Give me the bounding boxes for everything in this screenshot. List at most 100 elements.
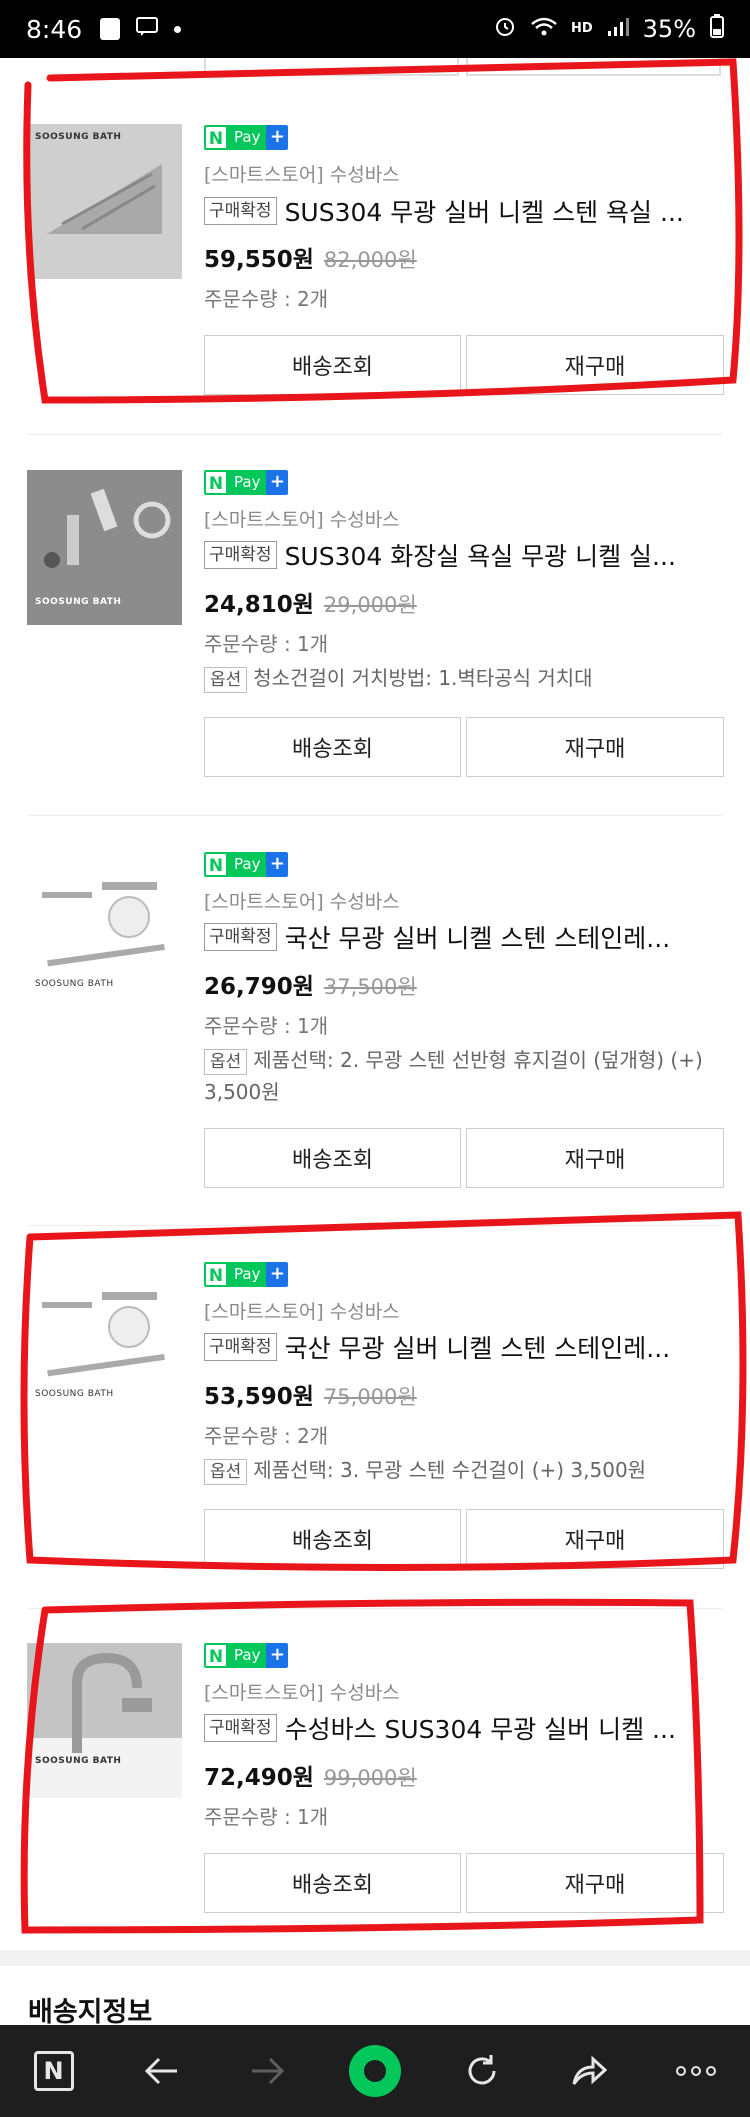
track-delivery-button[interactable]: 배송조회 [204, 335, 461, 395]
product-title[interactable]: 국산 무광 실버 니켈 스텐 스테인레... [285, 919, 671, 955]
original-price: 99,000원 [323, 1766, 417, 1790]
sale-price: 24,810원 [204, 592, 314, 618]
back-arrow-icon[interactable] [131, 2041, 191, 2101]
thumbnail-logo-text: SOOSUNG BATH [35, 1389, 114, 1399]
divider [28, 815, 722, 816]
thumbnail-logo-text: SOOSUNG BATH [35, 1756, 122, 1766]
product-thumbnail[interactable]: SOOSUNG BATH [27, 852, 182, 1007]
track-delivery-button[interactable]: 배송조회 [204, 717, 461, 777]
dot-icon [174, 25, 182, 33]
order-quantity: 주문수량 : 2개 [204, 287, 329, 311]
plus-icon: + [266, 125, 289, 150]
product-thumbnail[interactable]: SOOSUNG BATH [27, 124, 182, 279]
store-name[interactable]: [스마트스토어] 수성바스 [204, 160, 400, 187]
naver-n-icon: N [204, 852, 228, 877]
rebuy-button[interactable]: 재구매 [466, 717, 724, 777]
rebuy-button[interactable]: 재구매 [466, 1509, 724, 1569]
stub-button-left [204, 58, 459, 76]
npay-badge: N Pay + [204, 125, 289, 150]
option-text: 청소건걸이 거치방법: 1.벽타공식 거치대 [253, 666, 593, 690]
store-name[interactable]: [스마트스토어] 수성바스 [204, 887, 400, 914]
product-title-row[interactable]: 구매확정 국산 무광 실버 니켈 스텐 스테인레... [204, 919, 724, 955]
product-thumbnail[interactable]: SOOSUNG BATH [27, 1643, 182, 1798]
original-price: 75,000원 [323, 1385, 417, 1409]
naver-n-icon: N [204, 470, 228, 495]
pay-label: Pay [228, 1262, 267, 1287]
product-title-row[interactable]: 구매확정 국산 무광 실버 니켈 스텐 스테인레... [204, 1329, 724, 1365]
section-separator [0, 1950, 750, 1966]
plus-icon: + [266, 1262, 289, 1287]
product-title-row[interactable]: 구매확정 SUS304 무광 실버 니켈 스텐 욕실 ... [204, 193, 724, 229]
store-name[interactable]: [스마트스토어] 수성바스 [204, 505, 400, 532]
option-label: 옵션 [204, 667, 248, 693]
rebuy-button[interactable]: 재구매 [466, 1128, 724, 1188]
alarm-icon [493, 14, 517, 44]
rebuy-button[interactable]: 재구매 [466, 1853, 724, 1913]
product-title-row[interactable]: 구매확정 수성바스 SUS304 무광 실버 니켈 ... [204, 1710, 724, 1746]
browser-bottom-nav: N [0, 2025, 750, 2117]
pay-label: Pay [228, 1643, 267, 1668]
product-title[interactable]: SUS304 화장실 욕실 무광 니켈 실... [285, 537, 676, 573]
clock: 8:46 [26, 14, 83, 44]
sale-price: 72,490원 [204, 1765, 314, 1791]
divider [28, 434, 722, 435]
n-home-icon[interactable]: N [24, 2041, 84, 2101]
product-title[interactable]: SUS304 무광 실버 니켈 스텐 욕실 ... [285, 193, 684, 229]
order-quantity: 주문수량 : 2개 [204, 1424, 329, 1448]
message-icon [136, 15, 159, 43]
plus-icon: + [266, 852, 289, 877]
product-thumbnail[interactable]: SOOSUNG BATH [27, 1262, 182, 1417]
track-delivery-button[interactable]: 배송조회 [204, 1853, 461, 1913]
order-option: 옵션 청소건걸이 거치방법: 1.벽타공식 거치대 [204, 662, 724, 694]
status-badge: 구매확정 [204, 197, 277, 225]
battery-icon [710, 14, 724, 44]
store-name[interactable]: [스마트스토어] 수성바스 [204, 1297, 400, 1324]
hd-voice-indicator: HD [570, 21, 593, 36]
sale-price: 26,790원 [204, 974, 314, 1000]
faucet-image [27, 1643, 182, 1798]
stub-button-right [466, 58, 721, 76]
green-dot-icon[interactable] [345, 2041, 405, 2101]
soap-dish-image [27, 124, 182, 279]
sale-price: 53,590원 [204, 1384, 314, 1410]
original-price: 82,000원 [323, 248, 417, 272]
product-title[interactable]: 수성바스 SUS304 무광 실버 니켈 ... [285, 1710, 676, 1746]
order-option: 옵션 제품선택: 2. 무광 스텐 선반형 휴지걸이 (덮개형) (+) 3,50… [204, 1044, 724, 1108]
option-label: 옵션 [204, 1049, 248, 1075]
signal-icon [607, 15, 629, 43]
status-badge: 구매확정 [204, 923, 277, 951]
more-icon[interactable] [666, 2041, 726, 2101]
npay-badge: N Pay + [204, 470, 289, 495]
track-delivery-button[interactable]: 배송조회 [204, 1128, 461, 1188]
share-icon[interactable] [559, 2041, 619, 2101]
thumbnail-logo-text: SOOSUNG BATH [35, 979, 114, 989]
option-text: 제품선택: 3. 무광 스텐 수건걸이 (+) 3,500원 [253, 1458, 647, 1482]
pay-label: Pay [228, 125, 267, 150]
price-row: 53,590원 75,000원 [204, 1377, 417, 1411]
product-thumbnail[interactable]: SOOSUNG BATH [27, 470, 182, 625]
npay-badge: N Pay + [204, 1643, 289, 1668]
wifi-icon [531, 15, 557, 43]
app-notification-icon [100, 18, 121, 40]
naver-n-icon: N [204, 1643, 228, 1668]
price-row: 24,810원 29,000원 [204, 585, 417, 619]
status-badge: 구매확정 [204, 1333, 277, 1361]
forward-arrow-icon[interactable] [238, 2041, 298, 2101]
status-badge: 구매확정 [204, 1714, 277, 1742]
product-title-row[interactable]: 구매확정 SUS304 화장실 욕실 무광 니켈 실... [204, 537, 724, 573]
product-title[interactable]: 국산 무광 실버 니켈 스텐 스테인레... [285, 1329, 671, 1365]
price-row: 59,550원 82,000원 [204, 240, 417, 274]
option-text: 제품선택: 2. 무광 스텐 선반형 휴지걸이 (덮개형) (+) 3,500원 [204, 1048, 703, 1104]
order-quantity: 주문수량 : 1개 [204, 1014, 329, 1038]
price-row: 72,490원 99,000원 [204, 1758, 417, 1792]
rebuy-button[interactable]: 재구매 [466, 335, 724, 395]
store-name[interactable]: [스마트스토어] 수성바스 [204, 1678, 400, 1705]
previous-order-buttons-stub [0, 58, 750, 88]
divider [28, 1608, 722, 1609]
status-badge: 구매확정 [204, 541, 277, 569]
refresh-icon[interactable] [452, 2041, 512, 2101]
n-letter: N [33, 2051, 74, 2091]
option-label: 옵션 [204, 1459, 248, 1485]
track-delivery-button[interactable]: 배송조회 [204, 1509, 461, 1569]
npay-badge: N Pay + [204, 1262, 289, 1287]
